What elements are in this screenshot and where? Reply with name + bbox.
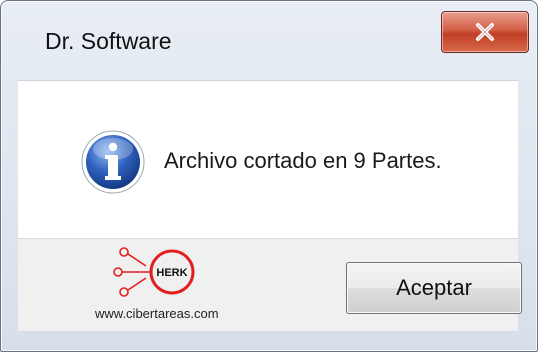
dialog-message: Archivo cortado en 9 Partes. (164, 148, 442, 173)
dialog-title: Dr. Software (45, 28, 172, 54)
watermark-url: www.cibertareas.com (95, 306, 219, 321)
dialog-content: Archivo cortado en 9 Partes. (18, 80, 518, 239)
close-icon (476, 23, 494, 41)
info-icon (81, 130, 145, 194)
ok-button[interactable]: Aceptar (346, 262, 522, 314)
logo-text: HERK (156, 267, 187, 279)
close-button[interactable] (441, 11, 529, 53)
title-bar[interactable]: Dr. Software (1, 1, 537, 81)
watermark-logo: HERK (113, 247, 195, 297)
